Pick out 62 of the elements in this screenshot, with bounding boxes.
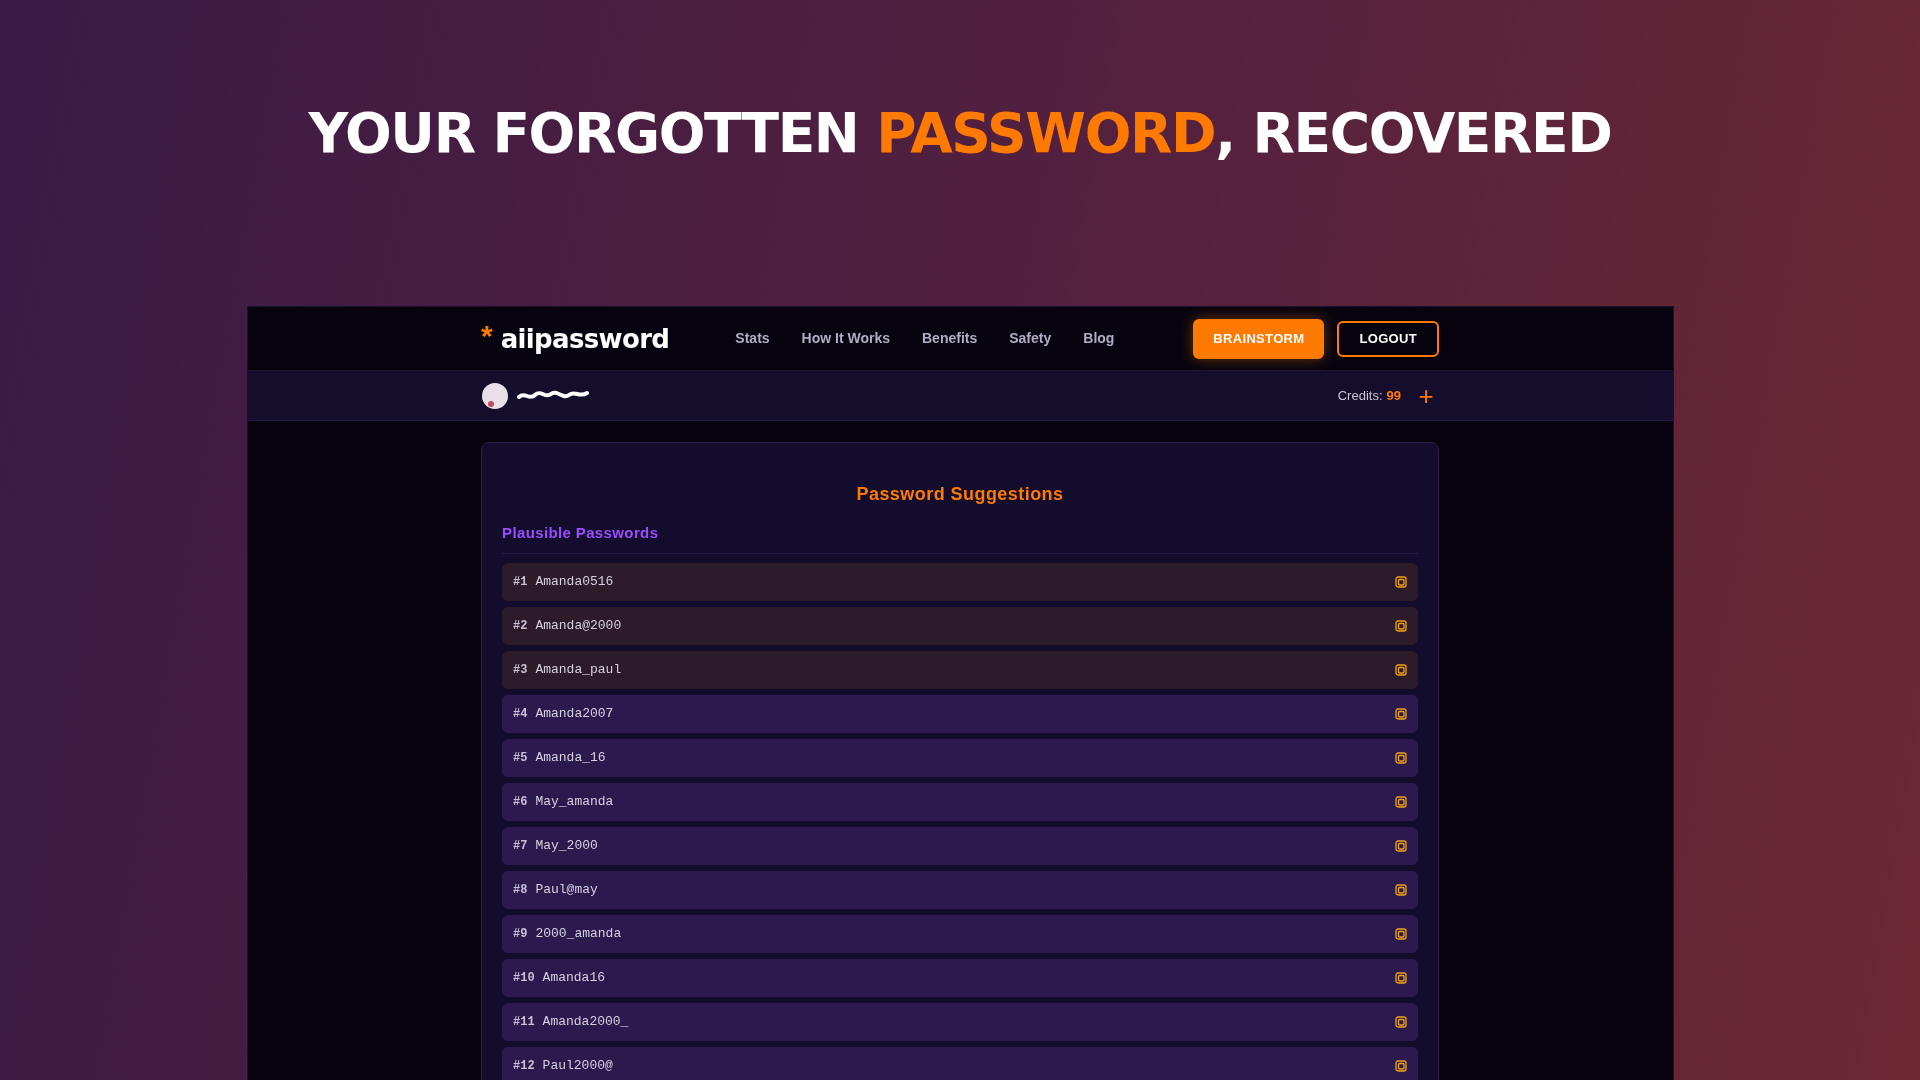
copy-icon[interactable] <box>1395 1059 1407 1072</box>
password-row[interactable]: #1 Amanda0516 <box>502 562 1418 601</box>
copy-icon[interactable] <box>1395 751 1407 764</box>
password-row[interactable]: #7 May_2000 <box>502 826 1418 865</box>
nav-link[interactable]: Blog <box>1083 328 1115 349</box>
rank-number: #8 <box>513 881 528 899</box>
copy-icon[interactable] <box>1395 707 1407 720</box>
rank-number: #2 <box>513 617 528 635</box>
password-row[interactable]: #2 Amanda@2000 <box>502 606 1418 645</box>
card-title: Password Suggestions <box>855 483 1065 506</box>
rank-number: #3 <box>513 661 528 679</box>
password-text: Paul@may <box>535 880 598 899</box>
rank-number: #7 <box>513 837 528 855</box>
copy-icon[interactable] <box>1395 795 1407 808</box>
password-text: Amanda2007 <box>535 704 614 723</box>
credits-label: Credits: <box>1337 386 1383 405</box>
nav-link[interactable]: Benefits <box>922 328 978 349</box>
credits-count: 99 <box>1386 386 1401 405</box>
password-text: Amanda@2000 <box>535 616 622 635</box>
password-text: Amanda2000_ <box>542 1012 629 1031</box>
password-row[interactable]: #6 May_amanda <box>502 782 1418 821</box>
password-row[interactable]: #8 Paul@may <box>502 870 1418 909</box>
password-row[interactable]: #5 Amanda_16 <box>502 738 1418 777</box>
password-text: Amanda0516 <box>535 572 614 591</box>
rank-number: #9 <box>513 925 528 943</box>
add-credits-button[interactable]: + <box>1413 382 1439 409</box>
password-row[interactable]: #12 Paul2000@ <box>502 1046 1418 1080</box>
logo[interactable]: * aiipassword <box>481 323 670 354</box>
password-row[interactable]: #3 Amanda_paul <box>502 650 1418 689</box>
copy-icon[interactable] <box>1395 971 1407 984</box>
copy-icon[interactable] <box>1395 575 1407 588</box>
copy-icon[interactable] <box>1395 883 1407 896</box>
headline: YOUR FORGOTTEN PASSWORD, RECOVERED <box>308 100 1612 167</box>
copy-icon[interactable] <box>1395 927 1407 940</box>
password-row[interactable]: #11 Amanda2000_ <box>502 1002 1418 1041</box>
rank-number: #1 <box>513 573 528 591</box>
copy-icon[interactable] <box>1395 663 1407 676</box>
password-text: 2000_amanda <box>535 924 622 943</box>
rank-number: #11 <box>513 1013 535 1031</box>
password-text: Paul2000@ <box>542 1056 613 1075</box>
copy-icon[interactable] <box>1395 619 1407 632</box>
avatar-icon[interactable] <box>481 381 509 410</box>
password-text: Amanda16 <box>542 968 606 987</box>
nav-link[interactable]: Stats <box>735 328 770 349</box>
copy-icon[interactable] <box>1395 1015 1407 1028</box>
rank-number: #4 <box>513 705 528 723</box>
nav-link[interactable]: Safety <box>1009 328 1052 349</box>
password-text: May_amanda <box>535 792 614 811</box>
section-title: Plausible Passwords <box>502 523 660 543</box>
logout-button[interactable]: LOGOUT <box>1337 320 1439 357</box>
password-text: May_2000 <box>535 836 598 855</box>
rank-number: #5 <box>513 749 528 767</box>
rank-number: #12 <box>513 1057 535 1075</box>
password-row[interactable]: #4 Amanda2007 <box>502 694 1418 733</box>
password-text: Amanda_16 <box>535 748 606 767</box>
rank-number: #6 <box>513 793 528 811</box>
rank-number: #10 <box>513 969 535 987</box>
password-row[interactable]: #9 2000_amanda <box>502 914 1418 953</box>
password-text: Amanda_paul <box>535 660 622 679</box>
password-row[interactable]: #10 Amanda16 <box>502 958 1418 997</box>
copy-icon[interactable] <box>1395 839 1407 852</box>
nav-link[interactable]: How It Works <box>801 328 890 349</box>
